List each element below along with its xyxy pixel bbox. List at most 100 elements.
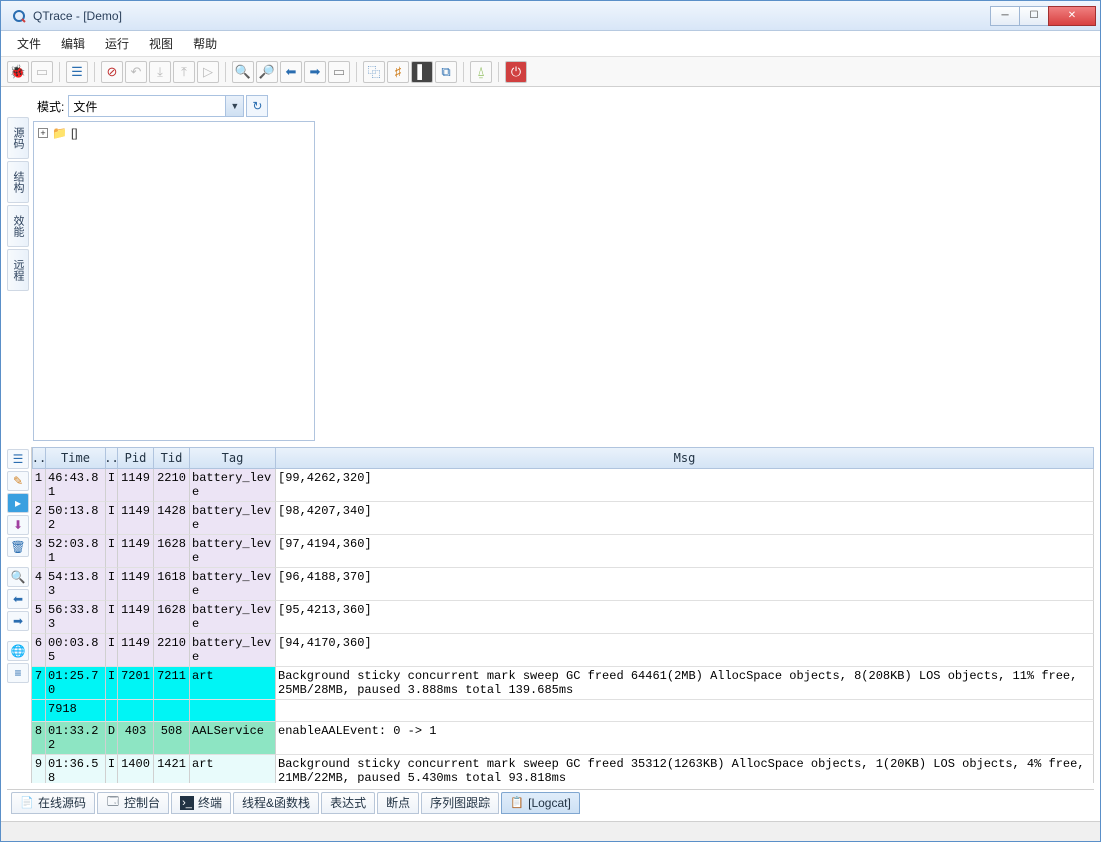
bars-icon[interactable]: ≡ (7, 663, 29, 683)
maximize-button[interactable]: ☐ (1019, 6, 1049, 26)
blank-doc-icon[interactable]: ▭ (328, 61, 350, 83)
tree-label: [] (71, 126, 78, 140)
diagram-icon[interactable]: ⿻ (363, 61, 385, 83)
mode-select[interactable]: 文件 ▼ (68, 95, 244, 117)
menu-edit[interactable]: 编辑 (53, 31, 93, 56)
log-cell (118, 700, 154, 722)
rect-icon[interactable]: ▭ (31, 61, 53, 83)
log-cell: AALService (190, 722, 276, 755)
android-icon[interactable]: ⍙ (470, 61, 492, 83)
log-row[interactable]: 801:33.22D403508AALServiceenableAALEvent… (32, 722, 1094, 755)
log-row[interactable]: 556:33.83I11491628battery_leve[95,4213,3… (32, 601, 1094, 634)
log-cell: 46:43.81 (46, 469, 106, 502)
doc-icon: 📄 (20, 796, 34, 810)
globe-icon[interactable]: 🌐 (7, 641, 29, 661)
nav-back-icon[interactable]: ⬅ (280, 61, 302, 83)
play-icon[interactable]: ▷ (197, 61, 219, 83)
tab-terminal[interactable]: ›_终端 (171, 792, 231, 814)
log-row[interactable]: 250:13.82I11491428battery_leve[98,4207,3… (32, 502, 1094, 535)
tab-logcat[interactable]: 📋[Logcat] (501, 792, 580, 814)
list-icon[interactable]: ☰ (7, 449, 29, 469)
power-icon[interactable]: ⏻ (505, 61, 527, 83)
console-icon[interactable]: ▌ (411, 61, 433, 83)
log-cell: [98,4207,340] (276, 502, 1094, 535)
import-icon[interactable]: ⬇ (7, 515, 29, 535)
undo-icon[interactable]: ↶ (125, 61, 147, 83)
tab-online-source[interactable]: 📄在线源码 (11, 792, 95, 814)
col-idx[interactable]: .. (32, 447, 46, 469)
tune-icon[interactable]: ♯ (387, 61, 409, 83)
log-cell (106, 700, 118, 722)
log-row-sub[interactable]: 7918 (32, 700, 1094, 722)
log-cell: 2210 (154, 469, 190, 502)
refresh-button[interactable]: ↻ (246, 95, 268, 117)
log-cell: art (190, 667, 276, 700)
col-tid[interactable]: Tid (154, 447, 190, 469)
log-cell: 1628 (154, 535, 190, 568)
log-row[interactable]: 901:36.58I14001421artBackground sticky c… (32, 755, 1094, 783)
nav-fwd-icon[interactable]: ➡ (7, 611, 29, 631)
log-cell: I (106, 601, 118, 634)
expand-icon[interactable]: + (38, 128, 48, 138)
col-level[interactable]: .. (106, 447, 118, 469)
db-icon[interactable]: ☰ (66, 61, 88, 83)
zoom-out-icon[interactable]: 🔎 (256, 61, 278, 83)
nav-fwd-icon[interactable]: ➡ (304, 61, 326, 83)
log-cell: 7 (32, 667, 46, 700)
step-up-icon[interactable]: ⤒ (173, 61, 195, 83)
log-cell: Background sticky concurrent mark sweep … (276, 667, 1094, 700)
bottom-pane: ☰ ✎ ▸ ⬇ 🗑 🔍 ⬅ ➡ 🌐 ≡ .. Time .. Pid (7, 447, 1094, 783)
col-tag[interactable]: Tag (190, 447, 276, 469)
menu-run[interactable]: 运行 (97, 31, 137, 56)
pencil-icon[interactable]: ✎ (7, 471, 29, 491)
side-tab-struct[interactable]: 结构 (7, 161, 29, 203)
col-msg[interactable]: Msg (276, 447, 1094, 469)
log-cell (32, 700, 46, 722)
log-row[interactable]: 701:25.70I72017211artBackground sticky c… (32, 667, 1094, 700)
log-cell: I (106, 634, 118, 667)
tab-sequence[interactable]: 序列图跟踪 (421, 792, 499, 814)
step-down-icon[interactable]: ⤓ (149, 61, 171, 83)
stop-icon[interactable]: ⊘ (101, 61, 123, 83)
log-row[interactable]: 146:43.81I11492210battery_leve[99,4262,3… (32, 469, 1094, 502)
side-tab-resource[interactable]: 效能 (7, 205, 29, 247)
tree-view[interactable]: + 📁 [] (33, 121, 315, 441)
log-cell: 1149 (118, 535, 154, 568)
tree-root[interactable]: + 📁 [] (38, 126, 310, 140)
log-cell: I (106, 502, 118, 535)
trash-icon[interactable]: 🗑 (7, 537, 29, 557)
log-cell: battery_leve (190, 535, 276, 568)
log-scroll[interactable]: 146:43.81I11492210battery_leve[99,4262,3… (32, 469, 1094, 783)
log-row[interactable]: 454:13.83I11491618battery_leve[96,4188,3… (32, 568, 1094, 601)
side-tab-remote[interactable]: 远程 (7, 249, 29, 291)
tab-threads[interactable]: 线程&函数栈 (233, 792, 319, 814)
menu-view[interactable]: 视图 (141, 31, 181, 56)
record-icon[interactable]: ▸ (7, 493, 29, 513)
source-panel: 模式: 文件 ▼ ↻ + 📁 [] (33, 93, 315, 441)
search-icon[interactable]: 🔍 (7, 567, 29, 587)
chevron-down-icon[interactable]: ▼ (225, 96, 243, 116)
bug-icon[interactable]: 🐞 (7, 61, 29, 83)
col-time[interactable]: Time (46, 447, 106, 469)
tab-expr[interactable]: 表达式 (321, 792, 375, 814)
tab-breakpoint[interactable]: 断点 (377, 792, 419, 814)
console-icon: 🗔 (106, 796, 120, 810)
tab-console[interactable]: 🗔控制台 (97, 792, 169, 814)
minimize-button[interactable]: ─ (990, 6, 1020, 26)
log-cell: [94,4170,360] (276, 634, 1094, 667)
log-cell: 01:36.58 (46, 755, 106, 783)
side-tab-source[interactable]: 源码 (7, 117, 29, 159)
zoom-in-icon[interactable]: 🔍 (232, 61, 254, 83)
close-button[interactable]: ✕ (1048, 6, 1096, 26)
nav-back-icon[interactable]: ⬅ (7, 589, 29, 609)
log-row[interactable]: 352:03.81I11491628battery_leve[97,4194,3… (32, 535, 1094, 568)
log-cell: 2 (32, 502, 46, 535)
windows-icon[interactable]: ⧉ (435, 61, 457, 83)
log-cell: 8 (32, 722, 46, 755)
log-cell: 7918 (46, 700, 106, 722)
menu-help[interactable]: 帮助 (185, 31, 225, 56)
separator (463, 62, 464, 82)
log-row[interactable]: 600:03.85I11492210battery_leve[94,4170,3… (32, 634, 1094, 667)
col-pid[interactable]: Pid (118, 447, 154, 469)
menu-file[interactable]: 文件 (9, 31, 49, 56)
